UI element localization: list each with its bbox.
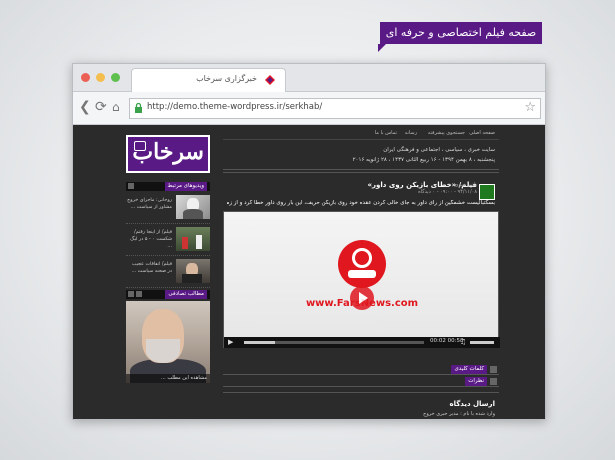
sidebar-news-item[interactable]: فیلم/ از اینجا رفتم/ شکست ۰ - ۵ در لیگ .… [126,225,210,256]
news-title: فیلم/ از اینجا رفتم/ شکست ۰ - ۵ در لیگ .… [130,230,172,249]
promo-banner-tail [378,44,386,52]
sidebar-news-item[interactable]: فیلم/ اتفاقات عجیب در صحنه سیاست ... [126,257,210,288]
logged-in-note: وارد شده با نام : مدیر خبری خروج [423,411,495,417]
video-time: 00:02 00:58 [430,338,463,344]
close-window-button[interactable] [81,73,90,82]
volume-icon[interactable]: ♫ [460,338,466,347]
browser-tab[interactable]: خبرگزاری سرخاب [131,68,286,92]
site-logo[interactable]: سرخاب [126,135,210,173]
home-icon[interactable]: ⌂ [112,100,120,114]
browser-titlebar: خبرگزاری سرخاب [73,64,545,92]
reload-icon[interactable]: ⟳ [95,100,107,114]
photo-caption: مشاهده این مطلب ... [160,375,207,381]
minimize-window-button[interactable] [96,73,105,82]
comments-section-header: نظرات [223,377,499,387]
sidebar-news-item[interactable]: روحانی: ماجرای خروج مشاور از سیاست ... [126,193,210,224]
comments-label: نظرات [465,377,487,386]
browser-window: خبرگزاری سرخاب ❮ ⟳ ⌂ http://demo.theme-w… [72,63,546,420]
page-viewport: سرخاب ویدیوهای مرتبط روحانی: ماجرای خروج… [73,125,545,419]
related-videos-label: ویدیوهای مرتبط [164,182,207,191]
news-thumbnail [176,227,210,251]
site-tagline: سایت خبری ، سیاسی ، اجتماعی و فرهنگی ایر… [383,147,495,153]
divider [223,169,499,170]
photo-figure-beard [146,339,180,363]
tab-title: خبرگزاری سرخاب [196,74,257,83]
arrow-icon [490,366,497,373]
play-icon[interactable]: ▶ [228,338,233,347]
site-favicon-icon [265,75,275,85]
top-menu: صفحه اصلی جستجوی پیشرفته رسانه تماس با م… [223,129,499,140]
site-date: پنجشنبه ، ۸ بهمن ۱۳۹۴ - ۱۶ ربیع الثانی ۱… [352,157,495,163]
tags-section-header: کلمات کلیدی [223,365,499,375]
volume-slider[interactable] [470,341,494,344]
tags-label: کلمات کلیدی [451,365,487,374]
arrow-icon [490,378,497,385]
address-bar[interactable]: http://demo.theme-wordpress.ir/serkhab/ … [129,98,541,119]
video-current-time: 00:02 [430,338,446,344]
menu-item[interactable]: تماس با ما [375,130,397,136]
menu-item[interactable]: صفحه اصلی [469,130,495,136]
video-controls: ▶ 00:02 00:58 ♫ [224,337,500,348]
lock-icon [135,103,142,113]
menu-item[interactable]: جستجوی پیشرفته [428,130,465,136]
chevron-left-icon[interactable] [128,183,134,189]
back-icon[interactable]: ❮ [79,100,91,114]
browser-toolbar: ❮ ⟳ ⌂ http://demo.theme-wordpress.ir/ser… [73,92,545,125]
photo-caption-bar: مشاهده این مطلب ... [126,374,210,383]
play-overlay-icon[interactable] [350,286,374,310]
author-avatar [479,184,495,200]
post-meta: ۹۴/۱۱/۰۸ - ۰۹:۰۰ - ۰ دیدگاه [418,189,477,195]
maximize-window-button[interactable] [111,73,120,82]
chevron-right-icon[interactable] [136,291,142,297]
featured-photo[interactable]: مشاهده این مطلب ... [126,301,210,383]
news-thumbnail [176,259,210,283]
address-bar-url: http://demo.theme-wordpress.ir/serkhab/ [147,102,323,112]
random-posts-label: مطالب تصادفی [165,290,207,299]
related-videos-header: ویدیوهای مرتبط [126,182,210,191]
video-player[interactable]: www.FarsNews.com ▶ 00:02 00:58 ♫ [223,211,500,348]
site-logo-text: سرخاب [132,139,204,165]
video-seek-progress [244,341,275,344]
divider [223,172,499,173]
farsnews-logo-icon [338,240,386,288]
video-seek-bar[interactable] [244,341,424,344]
divider [223,392,499,393]
news-thumbnail [176,195,210,219]
reply-title: ارسال دیدگاه [449,400,495,408]
bookmark-star-icon[interactable]: ☆ [524,100,536,115]
chevron-left-icon[interactable] [128,291,134,297]
promo-banner: صفحه فیلم اختصاصی و حرفه ای [380,22,542,44]
news-title: روحانی: ماجرای خروج مشاور از سیاست ... [127,198,172,210]
menu-item[interactable]: رسانه [405,130,417,136]
random-posts-header: مطالب تصادفی [126,290,210,299]
news-title: فیلم/ اتفاقات عجیب در صحنه سیاست ... [131,262,172,274]
post-author[interactable]: مدیر خبری [455,182,477,188]
post-excerpt: بسکتبالیست خشمگین از رای داور به جای خال… [227,200,495,206]
